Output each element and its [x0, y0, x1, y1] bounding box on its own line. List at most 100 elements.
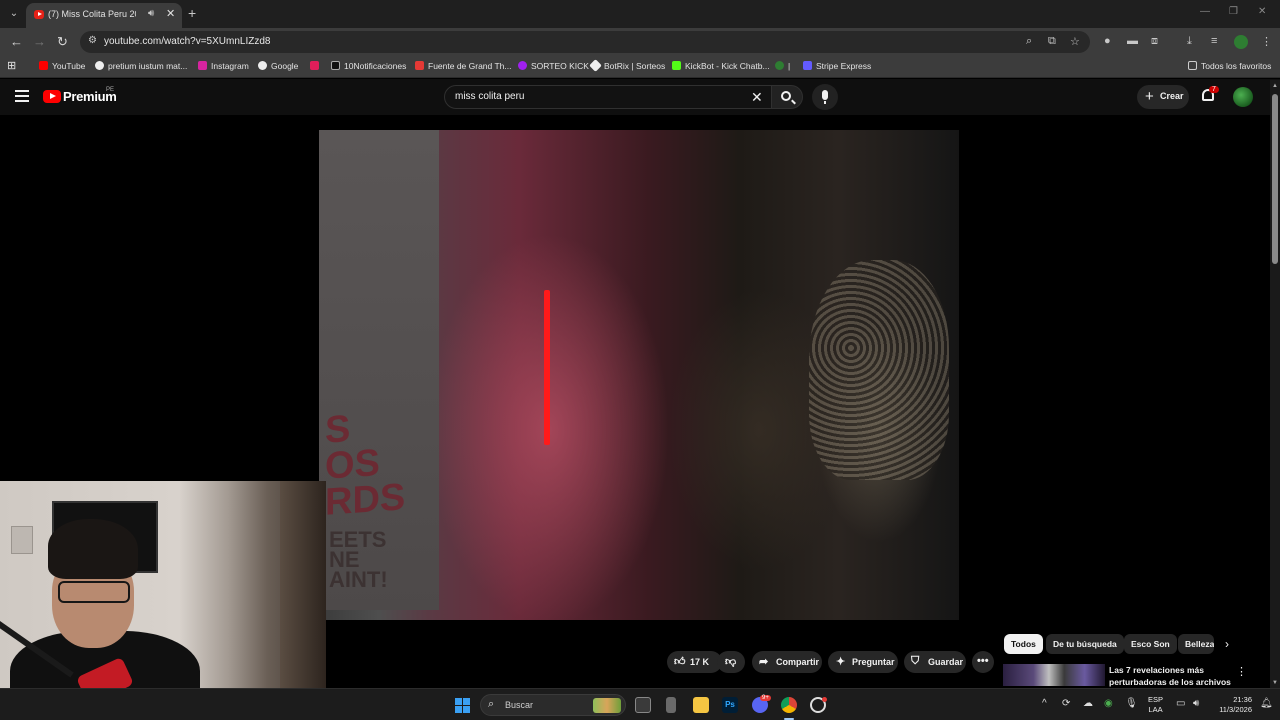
language-indicator[interactable]: ESP LAA [1148, 695, 1163, 715]
address-bar[interactable]: ⚙ youtube.com/watch?v=5XUmnLIZzd8 ⌕ ⧉ ☆ [80, 31, 1090, 53]
reload-icon[interactable]: ↻ [57, 34, 68, 50]
search-input-value[interactable]: miss colita peru [455, 91, 524, 102]
ask-button[interactable]: ✦ Preguntar [828, 651, 898, 673]
bookmark-botrix[interactable]: BotRix | Sorteos [589, 59, 665, 72]
folder-icon [1188, 61, 1197, 70]
search-icon: ⌕ [488, 698, 495, 710]
bookmark-youtube[interactable]: YouTube [39, 61, 85, 71]
microphone-icon[interactable]: 🎙︎ [1125, 698, 1138, 709]
bookmark-instagram[interactable]: Instagram [198, 61, 249, 71]
taskbar-search[interactable]: ⌕ Buscar [480, 694, 626, 716]
save-button[interactable]: ⛉ Guardar [904, 651, 966, 673]
chip-belleza[interactable]: Belleza [1178, 634, 1214, 654]
slack-icon [310, 61, 319, 70]
forward-icon[interactable]: → [33, 34, 46, 49]
chip-esco-son[interactable]: Esco Son [1124, 634, 1177, 654]
chevron-right-icon[interactable]: › [1225, 637, 1229, 651]
scroll-up-icon[interactable]: ▲ [1272, 83, 1278, 89]
extension-icon[interactable]: ▬ [1127, 35, 1138, 47]
browser-toolbar: ← → ↻ ⚙ youtube.com/watch?v=5XUmnLIZzd8 … [0, 28, 1280, 56]
webcam-person-glasses [58, 581, 130, 603]
maximize-icon[interactable]: ❐ [1229, 6, 1238, 17]
scroll-down-icon[interactable]: ▼ [1272, 680, 1278, 686]
close-icon[interactable]: ✕ [166, 7, 175, 20]
bookmark-fuente-gta[interactable]: Fuente de Grand Th... [415, 61, 511, 71]
window-close-icon[interactable]: ✕ [1258, 6, 1266, 17]
url-text[interactable]: youtube.com/watch?v=5XUmnLIZzd8 [104, 36, 270, 47]
share-icon: ➦ [759, 656, 769, 668]
chrome-menu-icon[interactable]: ⋮ [1261, 35, 1272, 48]
volume-icon[interactable]: 🔊︎ [1193, 698, 1199, 709]
media-control-icon[interactable]: ≡ [1211, 35, 1217, 47]
bookmark-star-icon[interactable]: ☆ [1070, 35, 1080, 48]
dislike-button[interactable]: 👎︎ [717, 651, 745, 673]
video-frame-poster-art: S OS RDS [325, 408, 406, 524]
app-icon[interactable] [666, 697, 676, 713]
task-view-icon[interactable] [635, 697, 651, 713]
onedrive-icon[interactable]: ☁ [1083, 698, 1093, 709]
back-icon[interactable]: ← [10, 34, 23, 49]
stripe-icon [803, 61, 812, 70]
scrollbar-thumb[interactable] [1272, 94, 1278, 264]
bookmark-sorteo-kick[interactable]: SORTEO KICK [518, 61, 589, 71]
speaker-icon[interactable]: 🔊︎ [148, 8, 154, 19]
x-icon [331, 61, 340, 70]
apps-grid-icon[interactable]: ⊞ [7, 59, 16, 72]
windows-start-icon[interactable] [455, 698, 470, 713]
youtube-masthead: Premium PE miss colita peru ✕ + Crear 7 [0, 79, 1280, 115]
page-scrollbar[interactable] [1270, 80, 1280, 690]
kickbot-icon [672, 61, 681, 70]
voice-search-mic-icon[interactable] [812, 84, 838, 110]
network-icon[interactable]: ▭ [1176, 698, 1185, 709]
user-avatar[interactable] [1233, 87, 1253, 107]
create-label: Crear [1160, 91, 1184, 101]
youtube-icon [39, 61, 48, 70]
ten-icon [775, 61, 784, 70]
create-button[interactable]: + Crear [1137, 85, 1189, 109]
bookmark-notificaciones[interactable]: 10Notificaciones [331, 61, 406, 71]
cast-icon[interactable]: ⧉ [1048, 35, 1056, 48]
chrome-icon[interactable] [781, 697, 797, 713]
search-button[interactable] [771, 85, 803, 109]
browser-tab-active[interactable]: (7) Miss Colita Peru 2021 - Y 🔊︎ ✕ [26, 3, 182, 28]
all-bookmarks-folder[interactable]: Todos los favoritos [1188, 61, 1271, 71]
bookmark-pretium[interactable]: pretium iustum mat... [95, 61, 187, 71]
share-button[interactable]: ➦ Compartir [752, 651, 822, 673]
bookmark-slack[interactable] [310, 61, 323, 71]
bookmark-kickbot[interactable]: KickBot - Kick Chatb... [672, 61, 770, 71]
like-button[interactable]: 👍︎ 17 K [667, 651, 722, 673]
bookmark-google[interactable]: Google [258, 61, 298, 71]
app-tray-icon[interactable]: ◉ [1104, 698, 1113, 709]
tab-search-icon[interactable]: ⌄ [6, 6, 22, 22]
video-player[interactable]: S OS RDS EETS NE AINT! [319, 130, 959, 620]
chip-from-search[interactable]: De tu búsqueda [1046, 634, 1124, 654]
chip-all[interactable]: Todos [1004, 634, 1043, 654]
youtube-logo-icon[interactable] [43, 90, 61, 103]
search-input[interactable]: miss colita peru ✕ [444, 85, 772, 109]
more-vertical-icon[interactable]: ⋮ [1236, 665, 1247, 678]
site-info-icon[interactable]: ⚙ [88, 35, 97, 46]
new-tab-icon[interactable]: + [188, 5, 196, 21]
menu-icon[interactable] [15, 90, 29, 102]
minimize-icon[interactable]: — [1200, 6, 1210, 17]
zoom-icon[interactable]: ⌕ [1026, 35, 1032, 48]
clear-search-icon[interactable]: ✕ [751, 89, 763, 106]
clock[interactable]: 21:36 11/3/2026 [1212, 695, 1252, 715]
thumbs-down-icon: 👎︎ [725, 656, 737, 668]
download-icon[interactable]: ⤓ [1187, 35, 1192, 48]
sync-icon[interactable]: ⟳ [1062, 698, 1070, 709]
bookmark-ten[interactable]: | [775, 61, 790, 71]
file-explorer-icon[interactable] [693, 697, 709, 713]
profile-avatar[interactable] [1234, 35, 1248, 49]
sparkle-icon: ✦ [836, 656, 846, 668]
webcam-curtain [280, 481, 326, 720]
bookmark-stripe-express[interactable]: Stripe Express [803, 61, 871, 71]
extensions-puzzle-icon[interactable]: ⧈ [1151, 35, 1158, 48]
more-actions-button[interactable]: ••• [972, 651, 994, 673]
recommendation-thumbnail[interactable] [1003, 664, 1105, 686]
browser-tab-strip: ⌄ (7) Miss Colita Peru 2021 - Y 🔊︎ ✕ + —… [0, 0, 1280, 28]
photoshop-icon[interactable]: Ps [722, 697, 738, 713]
extension-icon[interactable]: ● [1104, 35, 1111, 47]
notifications-icon[interactable]: 🔔︎ [1260, 698, 1273, 709]
chevron-up-icon[interactable]: ^ [1042, 698, 1047, 709]
